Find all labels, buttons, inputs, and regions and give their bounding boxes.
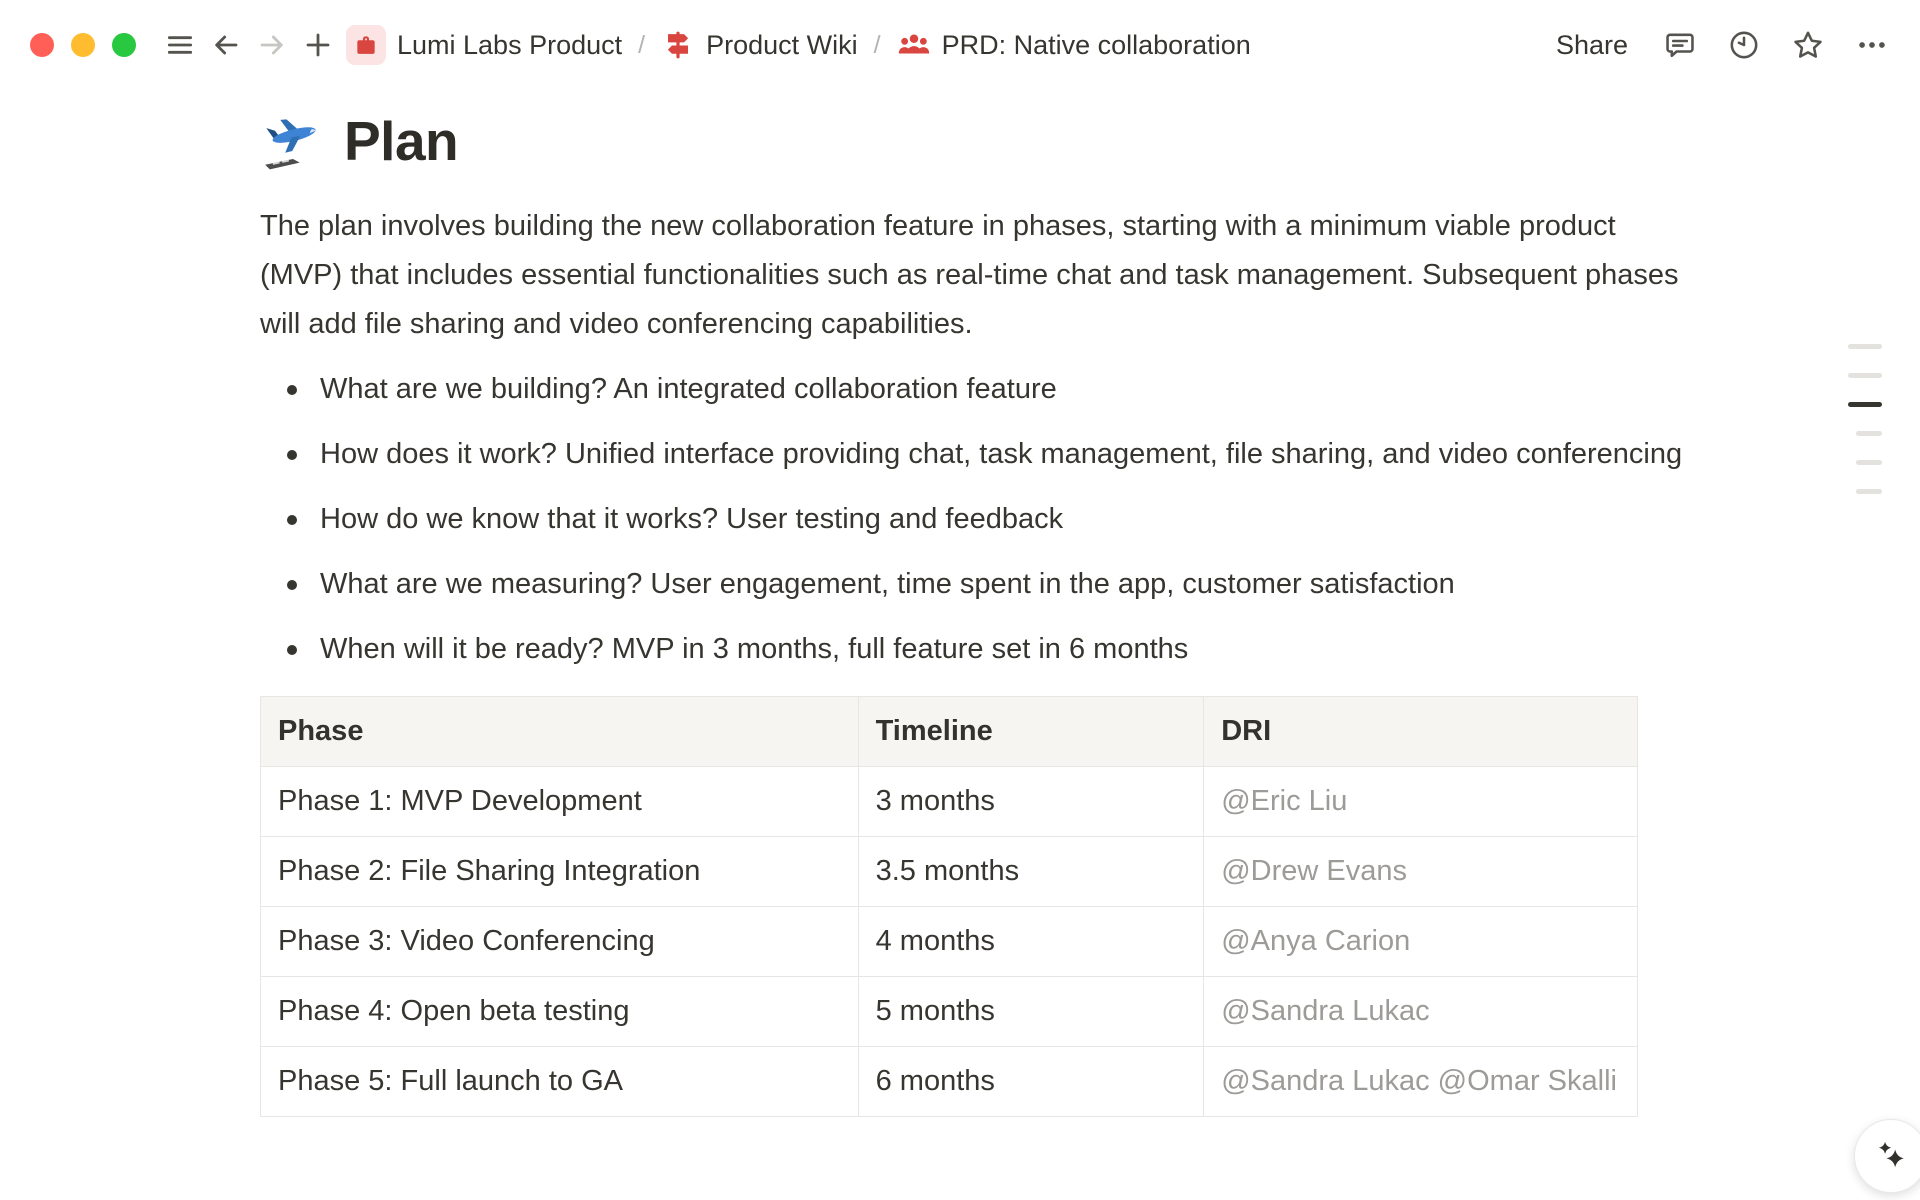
- breadcrumb-separator: /: [634, 31, 649, 60]
- window-controls: [30, 33, 136, 57]
- signpost-icon: [661, 28, 695, 62]
- timeline-cell[interactable]: 6 months: [858, 1047, 1204, 1117]
- breadcrumb-label: Lumi Labs Product: [397, 30, 622, 61]
- list-item[interactable]: What are we building? An integrated coll…: [260, 365, 1700, 414]
- page-body: Plan The plan involves building the new …: [260, 108, 1700, 1117]
- outline-line[interactable]: [1856, 489, 1882, 494]
- window-close-button[interactable]: [30, 33, 54, 57]
- briefcase-icon: [346, 25, 386, 65]
- qa-bullet-list: What are we building? An integrated coll…: [260, 365, 1700, 674]
- favorite-star-icon[interactable]: [1790, 27, 1826, 63]
- column-header-timeline[interactable]: Timeline: [858, 697, 1204, 767]
- phases-table: Phase Timeline DRI Phase 1: MVP Developm…: [260, 696, 1638, 1117]
- airplane-departure-emoji-icon[interactable]: [260, 108, 326, 174]
- sparkles-icon: [1872, 1137, 1910, 1175]
- people-icon: [897, 28, 931, 62]
- comments-icon[interactable]: [1662, 27, 1698, 63]
- phase-cell[interactable]: Phase 3: Video Conferencing: [261, 907, 859, 977]
- breadcrumb-item-page[interactable]: PRD: Native collaboration: [897, 28, 1251, 62]
- dri-cell[interactable]: @Drew Evans: [1204, 837, 1638, 907]
- phase-cell[interactable]: Phase 2: File Sharing Integration: [261, 837, 859, 907]
- dri-cell[interactable]: @Sandra Lukac: [1204, 977, 1638, 1047]
- sidebar-toggle-icon[interactable]: [162, 27, 198, 63]
- timeline-cell[interactable]: 3 months: [858, 767, 1204, 837]
- window-zoom-button[interactable]: [112, 33, 136, 57]
- table-row: Phase 1: MVP Development 3 months @Eric …: [261, 767, 1638, 837]
- ai-assistant-button[interactable]: [1854, 1119, 1920, 1193]
- table-header-row: Phase Timeline DRI: [261, 697, 1638, 767]
- window-minimize-button[interactable]: [71, 33, 95, 57]
- breadcrumb-item-workspace[interactable]: Lumi Labs Product: [346, 25, 622, 65]
- phase-cell[interactable]: Phase 1: MVP Development: [261, 767, 859, 837]
- timeline-cell[interactable]: 5 months: [858, 977, 1204, 1047]
- share-button[interactable]: Share: [1550, 26, 1634, 65]
- outline-line[interactable]: [1848, 373, 1882, 378]
- forward-arrow-icon[interactable]: [254, 27, 290, 63]
- dri-cell[interactable]: @Anya Carion: [1204, 907, 1638, 977]
- phase-cell[interactable]: Phase 4: Open beta testing: [261, 977, 859, 1047]
- table-row: Phase 2: File Sharing Integration 3.5 mo…: [261, 837, 1638, 907]
- updates-clock-icon[interactable]: [1726, 27, 1762, 63]
- nav-controls: [162, 27, 336, 63]
- list-item[interactable]: How do we know that it works? User testi…: [260, 495, 1700, 544]
- more-ellipsis-icon[interactable]: [1854, 27, 1890, 63]
- table-row: Phase 5: Full launch to GA 6 months @San…: [261, 1047, 1638, 1117]
- outline-line-active[interactable]: [1848, 402, 1882, 407]
- list-item[interactable]: What are we measuring? User engagement, …: [260, 560, 1700, 609]
- column-header-phase[interactable]: Phase: [261, 697, 859, 767]
- new-page-plus-icon[interactable]: [300, 27, 336, 63]
- topbar-actions: Share: [1550, 26, 1890, 65]
- topbar: Lumi Labs Product / Product Wiki /: [0, 0, 1920, 90]
- outline-line[interactable]: [1848, 344, 1882, 349]
- dri-cell[interactable]: @Eric Liu: [1204, 767, 1638, 837]
- breadcrumb-label: PRD: Native collaboration: [942, 30, 1251, 61]
- timeline-cell[interactable]: 4 months: [858, 907, 1204, 977]
- breadcrumb-item-wiki[interactable]: Product Wiki: [661, 28, 858, 62]
- column-header-dri[interactable]: DRI: [1204, 697, 1638, 767]
- phase-cell[interactable]: Phase 5: Full launch to GA: [261, 1047, 859, 1117]
- timeline-cell[interactable]: 3.5 months: [858, 837, 1204, 907]
- back-arrow-icon[interactable]: [208, 27, 244, 63]
- list-item[interactable]: How does it work? Unified interface prov…: [260, 430, 1700, 479]
- page-title-row: Plan: [260, 108, 1700, 174]
- page-title[interactable]: Plan: [344, 109, 458, 173]
- breadcrumb-label: Product Wiki: [706, 30, 858, 61]
- intro-paragraph[interactable]: The plan involves building the new colla…: [260, 202, 1700, 349]
- outline-line[interactable]: [1856, 460, 1882, 465]
- dri-cell[interactable]: @Sandra Lukac @Omar Skalli: [1204, 1047, 1638, 1117]
- outline-line[interactable]: [1856, 431, 1882, 436]
- list-item[interactable]: When will it be ready? MVP in 3 months, …: [260, 625, 1700, 674]
- outline-indicator: [1848, 344, 1882, 518]
- table-row: Phase 3: Video Conferencing 4 months @An…: [261, 907, 1638, 977]
- breadcrumb: Lumi Labs Product / Product Wiki /: [346, 25, 1251, 65]
- table-row: Phase 4: Open beta testing 5 months @San…: [261, 977, 1638, 1047]
- breadcrumb-separator: /: [870, 31, 885, 60]
